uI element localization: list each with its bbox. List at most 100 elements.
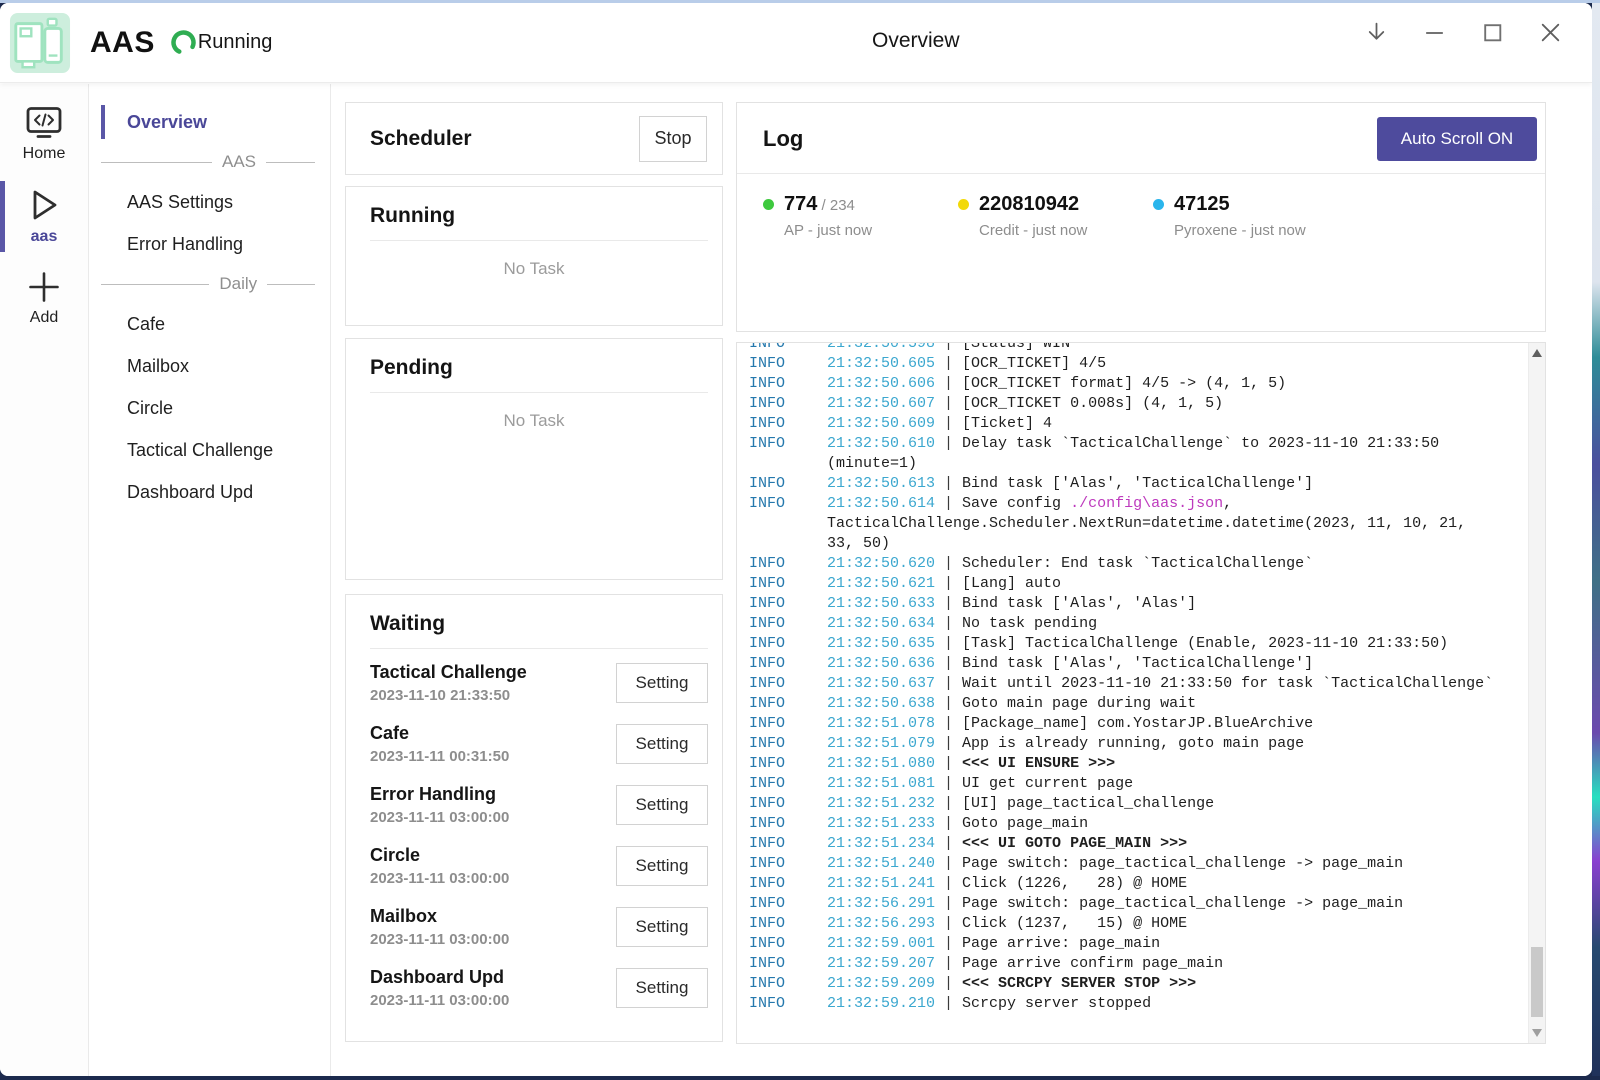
waiting-task-row: Error Handling 2023-11-11 03:00:00 Setti… [346,774,722,835]
scheduler-card: Scheduler Stop [345,102,723,175]
resource-stat: 774 / 234 AP - just now [763,193,958,239]
stat-label: AP - just now [784,222,872,239]
running-card: Running No Task [345,186,723,326]
close-button[interactable] [1538,20,1563,45]
window-controls [1364,20,1563,45]
log-entry: INFO 21:32:50.621 | [Lang] auto [749,574,1527,594]
waiting-task-name: Cafe [370,723,616,744]
waiting-task-time: 2023-11-11 03:00:00 [370,809,616,826]
log-entry: INFO 21:32:50.637 | Wait until 2023-11-1… [749,674,1527,694]
scheduler-title: Scheduler [370,127,639,151]
app-logo-icon [9,12,71,74]
log-entry: INFO 21:32:51.232 | [UI] page_tactical_c… [749,794,1527,814]
sidebar-section-label: AAS [90,143,330,181]
stat-value: 47125 [1174,193,1230,215]
log-entry: INFO 21:32:51.080 | <<< UI ENSURE >>> [749,754,1527,774]
log-entry: INFO 21:32:50.613 | Bind task ['Alas', '… [749,474,1527,494]
log-entry: INFO 21:32:50.598 | [Status] WIN [749,342,1527,354]
sidebar-item-aas-settings[interactable]: AAS Settings [90,181,330,223]
log-entry: INFO 21:32:50.634 | No task pending [749,614,1527,634]
auto-scroll-toggle[interactable]: Auto Scroll ON [1377,117,1537,161]
waiting-task-name: Dashboard Upd [370,967,616,988]
log-card: Log Auto Scroll ON 774 / 234 AP - just n… [736,102,1546,332]
scrollbar-thumb[interactable] [1531,947,1543,1017]
waiting-task-name: Error Handling [370,784,616,805]
task-setting-button[interactable]: Setting [616,785,708,825]
task-setting-button[interactable]: Setting [616,663,708,703]
sidebar-item-overview[interactable]: Overview [90,101,330,143]
app-name: AAS [90,26,155,60]
log-title: Log [763,126,1377,152]
log-entry: INFO 21:32:51.240 | Page switch: page_ta… [749,854,1527,874]
pending-empty-text: No Task [346,411,722,431]
divider [370,392,708,393]
stat-label: Pyroxene - just now [1174,222,1306,239]
minimize-button[interactable] [1422,20,1447,45]
stat-dot-icon [1153,199,1164,210]
log-entry: INFO 21:32:50.609 | [Ticket] 4 [749,414,1527,434]
log-entry: INFO 21:32:51.078 | [Package_name] com.Y… [749,714,1527,734]
log-entry: INFO 21:32:59.209 | <<< SCRCPY SERVER ST… [749,974,1527,994]
log-output-panel: INFO 21:32:50.598 | [Status] WIN INFO 21… [736,342,1546,1044]
task-setting-button[interactable]: Setting [616,907,708,947]
sidebar-item-mailbox[interactable]: Mailbox [90,345,330,387]
log-entry: INFO 21:32:50.614 | Save config ./config… [749,494,1527,554]
maximize-button[interactable] [1480,20,1505,45]
task-setting-button[interactable]: Setting [616,968,708,1008]
waiting-task-row: Cafe 2023-11-11 00:31:50 Setting [346,713,722,774]
running-title: Running [370,204,698,228]
page-title: Overview [872,29,960,53]
log-entry: INFO 21:32:59.207 | Page arrive confirm … [749,954,1527,974]
log-entry: INFO 21:32:51.079 | App is already runni… [749,734,1527,754]
download-update-button[interactable] [1364,20,1389,45]
icon-rail: Home aas Add [0,84,89,1076]
log-entry: INFO 21:32:50.605 | [OCR_TICKET] 4/5 [749,354,1527,374]
task-setting-button[interactable]: Setting [616,724,708,764]
stat-value: 220810942 [979,193,1079,215]
desktop-edge-right [1592,3,1600,1076]
log-entry: INFO 21:32:50.610 | Delay task `Tactical… [749,434,1527,474]
plus-icon [27,270,61,304]
log-entry: INFO 21:32:56.291 | Page switch: page_ta… [749,894,1527,914]
waiting-card: Waiting Tactical Challenge 2023-11-10 21… [345,594,723,1042]
waiting-task-row: Mailbox 2023-11-11 03:00:00 Setting [346,896,722,957]
rail-item-aas[interactable]: aas [0,181,88,252]
sidebar-item-error-handling[interactable]: Error Handling [90,223,330,265]
log-scrollbar[interactable] [1528,343,1545,1043]
titlebar: AAS Running Overview [0,3,1592,83]
code-monitor-icon [25,106,63,140]
task-sidebar: OverviewAASAAS SettingsError HandlingDai… [90,84,331,1076]
sidebar-item-dashboard-upd[interactable]: Dashboard Upd [90,471,330,513]
running-empty-text: No Task [346,259,722,279]
waiting-task-time: 2023-11-11 03:00:00 [370,992,616,1009]
sidebar-section-label: Daily [90,265,330,303]
divider [370,240,708,241]
log-entry: INFO 21:32:56.293 | Click (1237, 15) @ H… [749,914,1527,934]
scroll-down-arrow-icon[interactable] [1532,1029,1542,1037]
rail-item-home[interactable]: Home [0,100,88,169]
log-lines: INFO 21:32:50.598 | [Status] WIN INFO 21… [749,342,1527,1014]
rail-item-add[interactable]: Add [0,264,88,333]
sidebar-item-cafe[interactable]: Cafe [90,303,330,345]
waiting-task-row: Dashboard Upd 2023-11-11 03:00:00 Settin… [346,957,722,1018]
sidebar-item-circle[interactable]: Circle [90,387,330,429]
task-setting-button[interactable]: Setting [616,846,708,886]
stat-dot-icon [958,199,969,210]
stop-button[interactable]: Stop [639,116,707,162]
waiting-task-row: Circle 2023-11-11 03:00:00 Setting [346,835,722,896]
scroll-up-arrow-icon[interactable] [1532,349,1542,357]
waiting-task-list: Tactical Challenge 2023-11-10 21:33:50 S… [346,649,722,1018]
waiting-task-name: Circle [370,845,616,866]
running-spinner-icon [170,29,197,56]
log-entry: INFO 21:32:59.210 | Scrcpy server stoppe… [749,994,1527,1014]
log-entry: INFO 21:32:50.633 | Bind task ['Alas', '… [749,594,1527,614]
waiting-task-name: Tactical Challenge [370,662,616,683]
log-entry: INFO 21:32:51.234 | <<< UI GOTO PAGE_MAI… [749,834,1527,854]
log-entry: INFO 21:32:59.001 | Page arrive: page_ma… [749,934,1527,954]
waiting-task-row: Tactical Challenge 2023-11-10 21:33:50 S… [346,652,722,713]
waiting-task-time: 2023-11-11 03:00:00 [370,870,616,887]
log-entry: INFO 21:32:50.635 | [Task] TacticalChall… [749,634,1527,654]
play-icon [27,187,61,223]
stat-value: 774 [784,193,817,215]
sidebar-item-tactical-challenge[interactable]: Tactical Challenge [90,429,330,471]
